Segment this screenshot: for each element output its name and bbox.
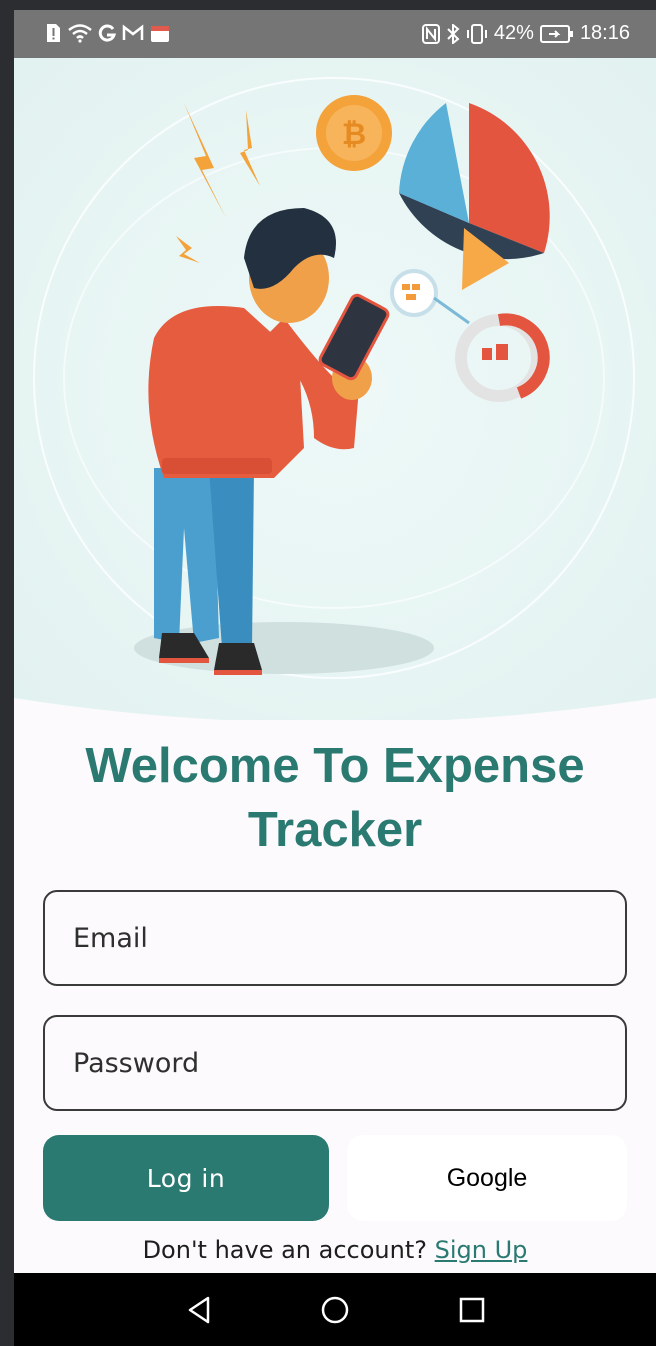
- login-screen: ₿ Welcome To Expense Tracker Email Log i…: [14, 58, 656, 1273]
- back-icon[interactable]: [184, 1295, 214, 1325]
- navigation-bar: [14, 1273, 656, 1346]
- login-button[interactable]: Log in: [43, 1135, 329, 1221]
- svg-text:₿: ₿: [342, 117, 366, 152]
- signup-prompt: Don't have an account?: [142, 1236, 427, 1264]
- wifi-icon: [68, 22, 92, 44]
- nfc-icon: [421, 23, 440, 45]
- title-line-1: Welcome To Expense: [85, 739, 585, 793]
- google-icon: [98, 22, 116, 44]
- google-signin-button[interactable]: Google: [347, 1135, 627, 1221]
- battery-percent: 42%: [493, 22, 534, 44]
- calendar-icon: [150, 22, 170, 44]
- battery-icon: [539, 23, 574, 45]
- recents-icon[interactable]: [457, 1295, 487, 1325]
- status-right-icons: 42% 18:16: [421, 22, 630, 45]
- home-icon[interactable]: [320, 1295, 350, 1325]
- phone-screen: 42% 18:16 ₿ Welcome To Expense Tracker E…: [14, 10, 656, 1346]
- title-line-2: Tracker: [247, 803, 423, 857]
- password-field[interactable]: [43, 1015, 627, 1111]
- gmail-icon: [122, 22, 144, 44]
- hero-banner: ₿: [14, 58, 656, 723]
- status-bar: 42% 18:16: [14, 10, 656, 58]
- alert-icon: [44, 22, 62, 44]
- signup-link[interactable]: Sign Up: [435, 1236, 528, 1264]
- page-title: Welcome To Expense Tracker: [14, 734, 656, 862]
- email-field[interactable]: [43, 890, 627, 986]
- vibrate-icon: [466, 23, 488, 45]
- bluetooth-icon: [446, 23, 460, 45]
- status-left-icons: [44, 22, 170, 44]
- man-with-phone-and-charts-illustration: ₿: [14, 58, 656, 723]
- signup-row: Don't have an account? Sign Up: [14, 1236, 656, 1264]
- device-frame: 42% 18:16 ₿ Welcome To Expense Tracker E…: [0, 0, 656, 1346]
- clock: 18:16: [579, 22, 630, 44]
